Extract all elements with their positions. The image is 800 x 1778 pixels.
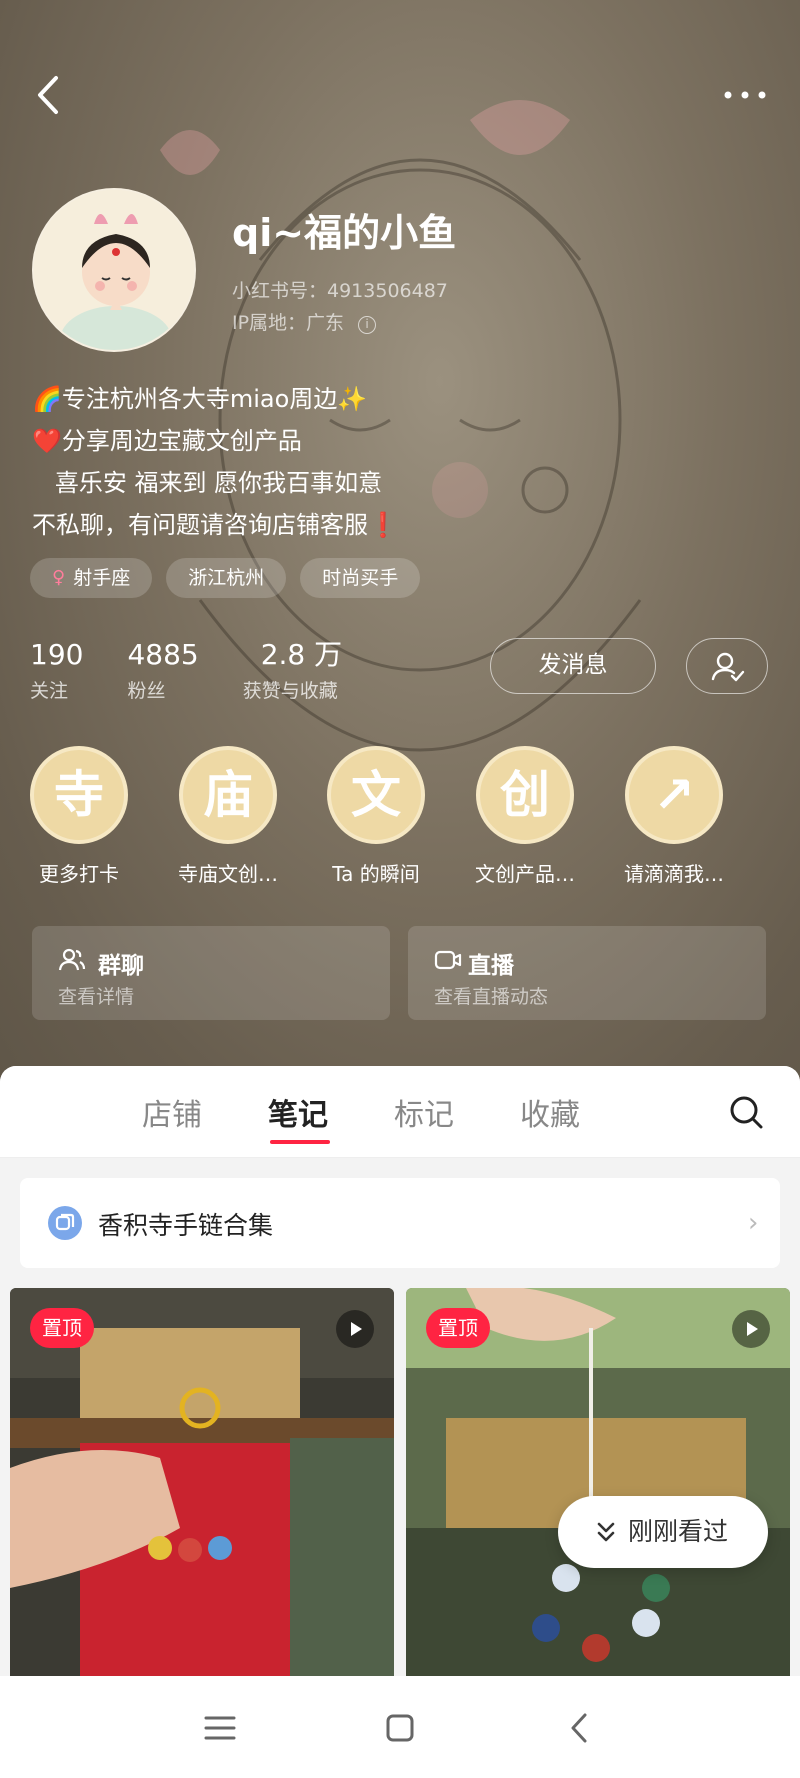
stat-value: 4885: [127, 638, 199, 671]
tag-label: 浙江杭州: [188, 567, 265, 589]
stat-label: 获赞与收藏: [242, 680, 338, 702]
username: qi~福的小鱼: [232, 211, 457, 255]
highlight-label: Ta 的瞬间: [332, 862, 420, 886]
highlight-item[interactable]: 文 Ta 的瞬间: [306, 746, 446, 887]
system-nav-bar: [0, 1676, 800, 1778]
stat-label: 关注: [30, 680, 69, 702]
message-button[interactable]: 发消息: [490, 638, 656, 694]
highlight-cover: 庙: [179, 746, 277, 844]
card-subtitle: 查看直播动态: [434, 986, 549, 1008]
top-bar: [0, 60, 800, 130]
ip-location: IP属地：广东 i: [232, 308, 377, 335]
back-icon[interactable]: [30, 72, 70, 118]
play-icon: [732, 1310, 770, 1348]
pinned-badge: 置顶: [30, 1308, 94, 1348]
highlight-cover: 寺: [30, 746, 128, 844]
stat-followers[interactable]: 4885 粉丝: [127, 638, 198, 703]
stat-value: 2.8 万: [260, 638, 343, 671]
card-title: 群聊: [98, 953, 144, 979]
tag-label: 时尚买手: [322, 567, 399, 589]
collection-icon: [48, 1206, 82, 1240]
highlight-item[interactable]: ↗ 请滴滴我…: [604, 746, 744, 887]
collection-card[interactable]: 香积寺手链合集 ›: [20, 1178, 780, 1268]
search-icon[interactable]: [726, 1092, 766, 1132]
tag-role: 时尚买手: [300, 558, 421, 598]
just-seen-button[interactable]: 刚刚看过: [558, 1496, 768, 1568]
tag-location: 浙江杭州: [166, 558, 287, 598]
home-icon[interactable]: [378, 1706, 422, 1750]
bio-line: ❤️分享周边宝藏文创产品: [32, 427, 302, 455]
stat-label: 粉丝: [127, 680, 166, 702]
highlights: 寺 更多打卡 庙 寺庙文创… 文 Ta 的瞬间 创 文创产品… ↗ 请滴滴我…: [0, 746, 800, 886]
stat-value: 190: [30, 638, 84, 671]
chevron-right-icon: ›: [748, 1208, 759, 1238]
tag-zodiac: ♀ 射手座: [30, 558, 153, 598]
tab-shop[interactable]: 店铺: [142, 1090, 202, 1134]
pinned-badge: 置顶: [426, 1308, 490, 1348]
content-panel: 店铺 笔记 标记 收藏 香积寺手链合集 › 置顶 置顶: [0, 1066, 800, 1676]
active-tab-indicator: [270, 1140, 330, 1144]
back-nav-icon[interactable]: [558, 1706, 602, 1750]
bio-line: 喜乐安 福来到 愿你我百事如意: [32, 469, 383, 497]
highlight-label: 文创产品…: [475, 862, 575, 886]
user-check-icon: [711, 652, 745, 682]
tag-label: 射手座: [73, 567, 131, 589]
more-icon[interactable]: [720, 80, 770, 110]
highlight-label: 更多打卡: [39, 862, 119, 886]
highlight-cover: 文: [327, 746, 425, 844]
highlight-cover: 创: [476, 746, 574, 844]
double-chevron-down-icon: [597, 1522, 615, 1542]
tab-notes[interactable]: 笔记: [268, 1090, 328, 1134]
avatar-illustration: [34, 190, 194, 350]
profile-tags: ♀ 射手座 浙江杭州 时尚买手: [30, 558, 421, 598]
female-icon: ♀: [52, 567, 66, 588]
avatar[interactable]: [32, 188, 196, 352]
ip-location-text: IP属地：广东: [232, 312, 345, 334]
highlight-item[interactable]: 寺 更多打卡: [9, 746, 149, 887]
highlight-item[interactable]: 庙 寺庙文创…: [158, 746, 298, 887]
bio: 🌈专注杭州各大寺miao周边✨ ❤️分享周边宝藏文创产品 喜乐安 福来到 愿你我…: [32, 378, 732, 546]
group-icon: [58, 948, 86, 971]
post-card[interactable]: 置顶: [406, 1288, 790, 1676]
user-id: 小红书号：4913506487: [232, 280, 448, 302]
card-subtitle: 查看详情: [58, 986, 135, 1008]
live-card[interactable]: 直播 查看直播动态: [408, 926, 766, 1020]
highlight-label: 寺庙文创…: [178, 862, 278, 886]
card-title: 直播: [468, 953, 514, 979]
stat-following[interactable]: 190 关注: [30, 638, 83, 703]
just-seen-label: 刚刚看过: [628, 1517, 729, 1546]
menu-icon[interactable]: [198, 1706, 242, 1750]
collection-title: 香积寺手链合集: [98, 1211, 274, 1240]
stat-likes[interactable]: 2.8 万 获赞与收藏: [243, 638, 342, 703]
tab-favorites[interactable]: 收藏: [520, 1090, 580, 1134]
profile-header: qi~福的小鱼 小红书号：4913506487 IP属地：广东 i 🌈专注杭州各大…: [0, 0, 800, 1090]
info-icon[interactable]: i: [358, 316, 377, 334]
highlight-cover: ↗: [625, 746, 723, 844]
bio-line: 不私聊，有问题请咨询店铺客服❗: [32, 511, 398, 539]
tab-bar: 店铺 笔记 标记 收藏: [0, 1066, 800, 1158]
group-chat-card[interactable]: 群聊 查看详情: [32, 926, 390, 1020]
highlight-label: 请滴滴我…: [624, 862, 724, 886]
highlight-item[interactable]: 创 文创产品…: [455, 746, 595, 887]
post-card[interactable]: 置顶: [10, 1288, 394, 1676]
stats: 190 关注 4885 粉丝 2.8 万 获赞与收藏: [30, 638, 386, 703]
bio-line: 🌈专注杭州各大寺miao周边✨: [32, 385, 368, 413]
play-icon: [336, 1310, 374, 1348]
follow-button[interactable]: [686, 638, 768, 694]
tab-marks[interactable]: 标记: [394, 1090, 454, 1134]
live-icon: [434, 950, 462, 970]
